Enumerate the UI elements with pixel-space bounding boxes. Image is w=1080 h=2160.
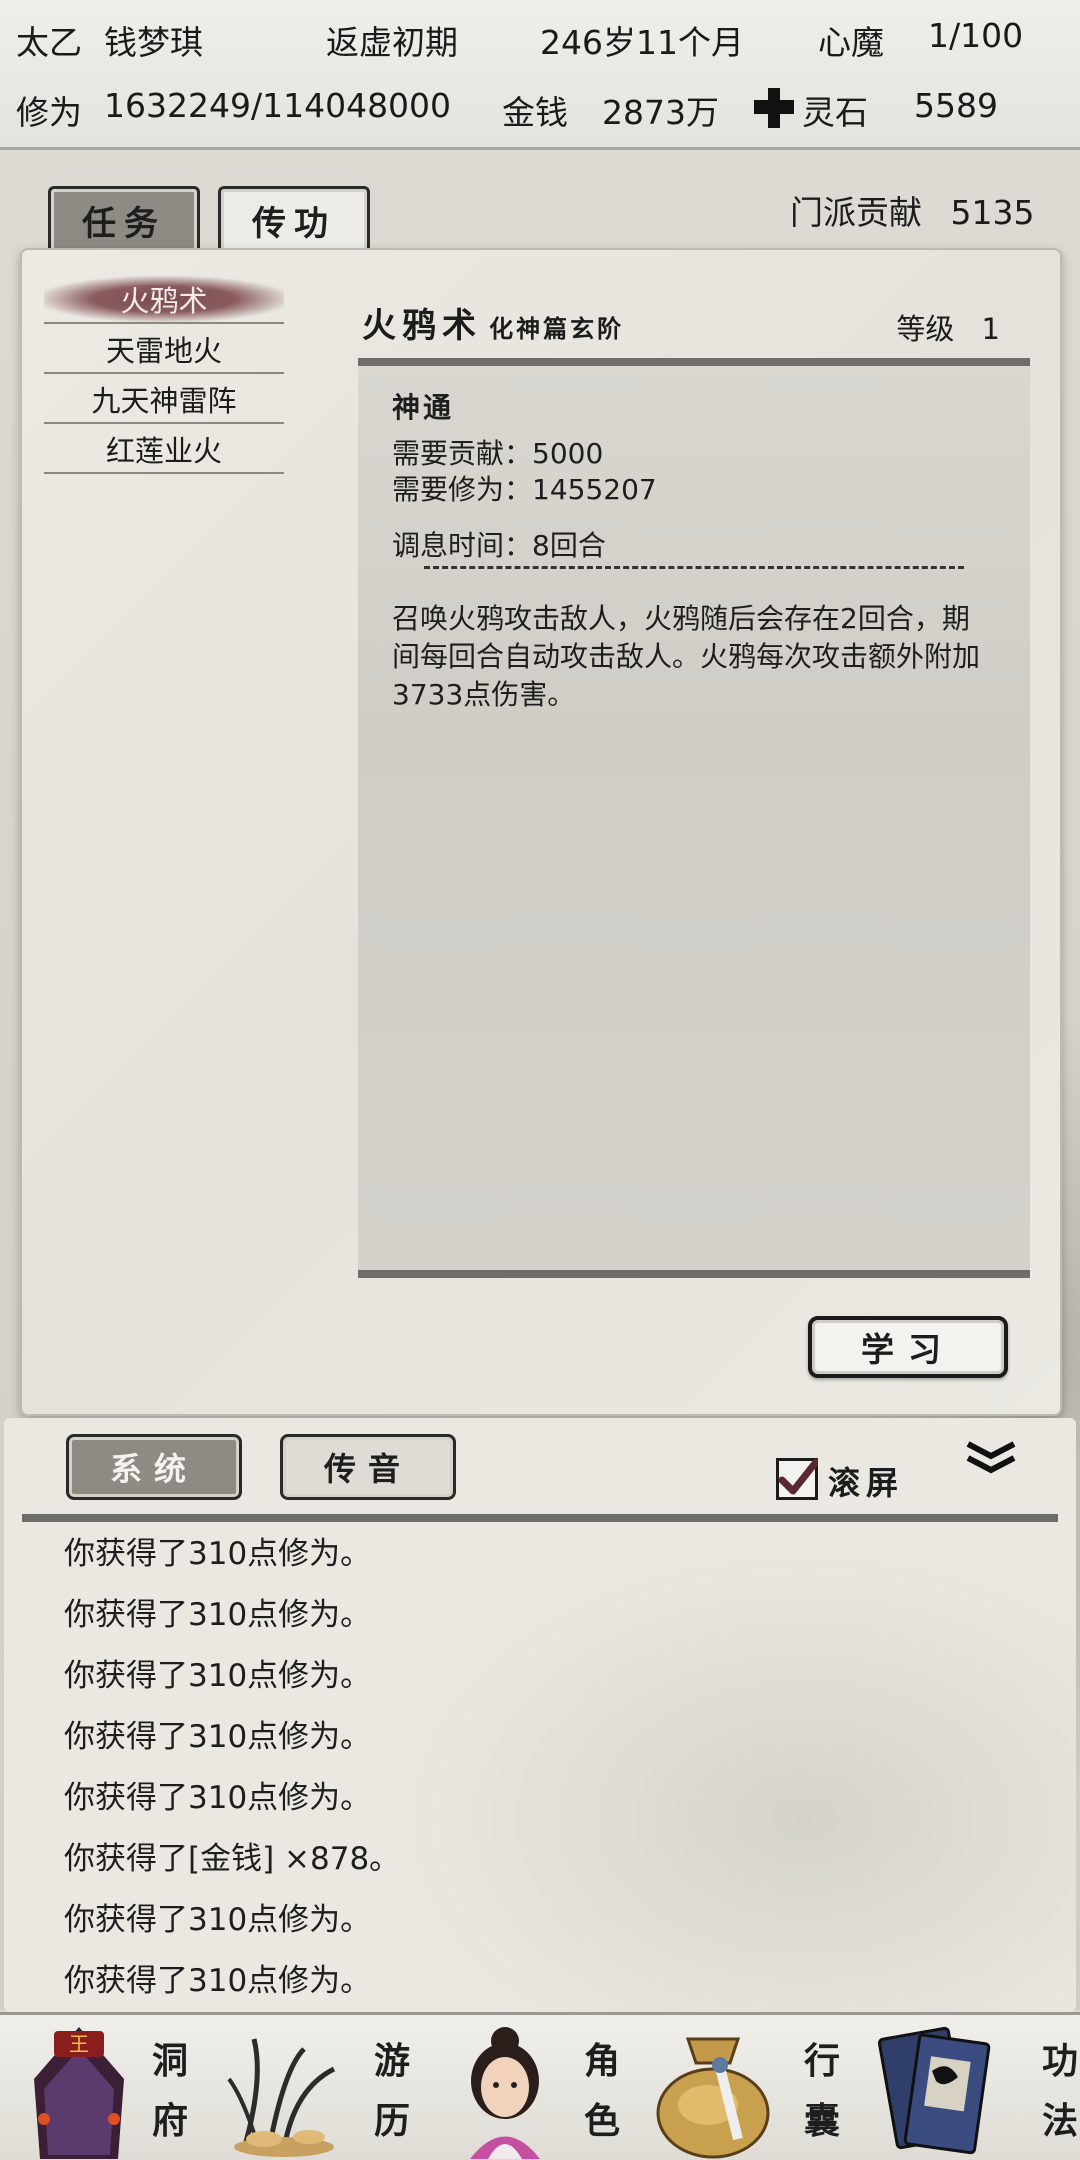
log-line: 你获得了310点修为。 [64, 1963, 372, 1999]
sect-name: 太乙 [16, 23, 82, 62]
scroll-books-icon [878, 2026, 991, 2155]
nav-character-label-bottom: 色 [583, 2100, 620, 2142]
log-line: 你获得了310点修为。 [64, 1536, 372, 1572]
heart-demon-label: 心魔 [818, 23, 884, 62]
skill-level-value: 1 [981, 312, 1000, 346]
auto-scroll-label: 滚屏 [828, 1464, 905, 1502]
skill-description: 召唤火鸦攻击敌人，火鸦随后会存在2回合，期间每回合自动攻击敌人。火鸦每次攻击额外… [392, 602, 981, 711]
cave-dwelling-icon: 王 [34, 2027, 124, 2159]
skill-level: 等级 1 [896, 306, 1000, 348]
skill-panel: 火鸦术 天雷地火 九天神雷阵 红莲业火 火鸦术 化神篇玄阶 等级 1 神通 需要… [20, 248, 1062, 1416]
cultivation-label: 修为 [16, 93, 82, 132]
sect-contribution-label: 门派贡献 [790, 193, 922, 232]
skill-title: 火鸦术 化神篇玄阶 [362, 298, 624, 347]
log-line: 你获得了310点修为。 [64, 1658, 372, 1694]
nav-inventory[interactable]: 行 囊 [648, 2015, 864, 2160]
nav-inventory-label-top: 行 [803, 2040, 840, 2082]
log-line: 你获得了310点修为。 [64, 1780, 372, 1816]
log-line: 你获得了310点修为。 [64, 1719, 372, 1755]
auto-scroll-checkbox[interactable] [776, 1458, 818, 1500]
nav-cave-label-bottom: 府 [151, 2100, 188, 2142]
skill-list-item[interactable]: 九天神雷阵 [44, 376, 284, 424]
sect-contribution: 门派贡献 5135 [790, 186, 1034, 234]
age: 246岁11个月 [540, 23, 744, 62]
travel-grass-icon [227, 2038, 336, 2157]
skill-list-item[interactable]: 火鸦术 [44, 276, 284, 324]
sect-contribution-value: 5135 [950, 193, 1035, 232]
collapse-chevrons-icon[interactable] [964, 1440, 1018, 1480]
cultivation-value: 1632249/114048000 [104, 86, 452, 125]
money-value: 2873万 [602, 93, 719, 132]
skill-level-label: 等级 [896, 312, 955, 346]
money-label: 金钱 [502, 93, 568, 132]
nav-cave-dwelling[interactable]: 王 洞 府 [0, 2015, 216, 2160]
bottom-nav: 王 洞 府 游 历 角 色 行 囊 功 法 [0, 2012, 1080, 2160]
nav-travel[interactable]: 游 历 [216, 2015, 432, 2160]
log-line: 你获得了[金钱] ×878。 [64, 1841, 401, 1877]
log-line: 你获得了310点修为。 [64, 1597, 372, 1633]
skill-list-item[interactable]: 天雷地火 [44, 326, 284, 374]
character-portrait-icon [470, 2027, 540, 2159]
bag-icon [656, 2037, 770, 2159]
required-contribution: 需要贡献：5000 [392, 437, 604, 470]
svg-text:王: 王 [69, 2032, 89, 2056]
skill-tier: 化神篇玄阶 [489, 314, 625, 343]
skill-list-item[interactable]: 红莲业火 [44, 426, 284, 474]
log-line: 你获得了310点修为。 [64, 1902, 372, 1938]
status-bar: 太乙 钱梦琪 返虚初期 246岁11个月 心魔 1/100 修为 1632249… [0, 0, 1080, 150]
tab-system[interactable]: 系统 [66, 1434, 242, 1500]
nav-travel-label-top: 游 [373, 2040, 410, 2082]
divider [424, 566, 964, 569]
spirit-stone-icon [754, 88, 794, 128]
nav-techniques-label-bottom: 法 [1041, 2100, 1078, 2142]
nav-techniques[interactable]: 功 法 [864, 2015, 1080, 2160]
log-list: 你获得了310点修为。 你获得了310点修为。 你获得了310点修为。 你获得了… [64, 1524, 964, 2012]
divider [22, 1514, 1058, 1522]
spirit-stone-value: 5589 [914, 86, 998, 125]
realm: 返虚初期 [326, 23, 458, 62]
tab-skill-transmission[interactable]: 传功 [218, 186, 370, 252]
nav-cave-label-top: 洞 [151, 2040, 188, 2082]
spirit-stone-label: 灵石 [802, 93, 868, 132]
required-cultivation: 需要修为：1455207 [392, 473, 657, 506]
tab-tasks[interactable]: 任务 [48, 186, 200, 252]
heart-demon-value: 1/100 [928, 16, 1024, 55]
skill-type: 神通 [392, 391, 455, 424]
tab-whisper[interactable]: 传音 [280, 1434, 456, 1500]
message-log-panel: 系统 传音 滚屏 你获得了310点修为。 你获得了310点修为。 你获得了310… [4, 1418, 1076, 2012]
nav-character[interactable]: 角 色 [432, 2015, 648, 2160]
skill-name: 火鸦术 [362, 306, 482, 346]
checkmark-icon [778, 1458, 818, 1495]
skill-detail-box: 神通 需要贡献：5000 需要修为：1455207 调息时间：8回合 召唤火鸦攻… [358, 358, 1030, 1278]
nav-travel-label-bottom: 历 [373, 2100, 410, 2142]
cooldown: 调息时间：8回合 [392, 529, 606, 562]
nav-techniques-label-top: 功 [1041, 2040, 1078, 2082]
nav-inventory-label-bottom: 囊 [803, 2100, 840, 2142]
nav-character-label-top: 角 [583, 2040, 620, 2082]
character-name: 钱梦琪 [104, 23, 203, 62]
learn-button[interactable]: 学习 [808, 1316, 1008, 1378]
